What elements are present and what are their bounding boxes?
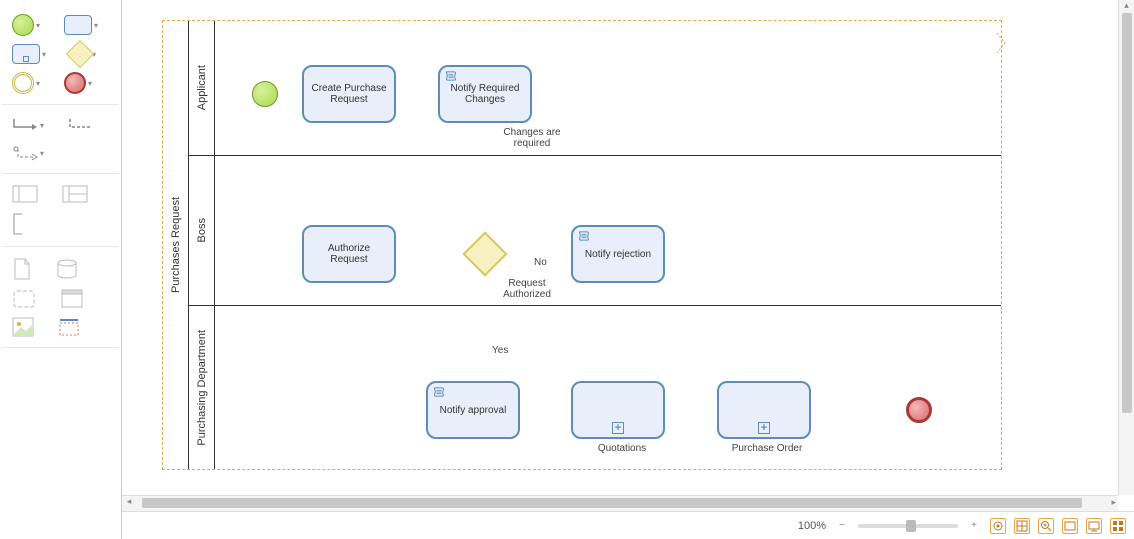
task-notify-rejection[interactable]: Notify rejection (571, 225, 665, 283)
chevron-down-icon: ▾ (88, 79, 92, 88)
task-notify-approval[interactable]: Notify approval (426, 381, 520, 439)
script-icon (578, 231, 590, 241)
zoom-tool-button[interactable] (1038, 518, 1054, 534)
zoom-reset-button[interactable] (990, 518, 1006, 534)
task-label: Notify rejection (585, 249, 651, 260)
subprocess-purchase-order[interactable]: + (717, 381, 811, 439)
palette-gateway[interactable]: ▾ (70, 44, 96, 64)
chevron-down-icon: ▾ (94, 21, 98, 30)
outline-button[interactable] (1110, 518, 1126, 534)
palette-pool[interactable] (62, 184, 88, 204)
start-event[interactable] (252, 81, 278, 107)
scroll-right-icon[interactable]: ▸ (1111, 497, 1116, 508)
chevron-down-icon: ▾ (42, 50, 46, 59)
chevron-down-icon: ▾ (36, 21, 40, 30)
scrollbar-thumb[interactable] (142, 498, 1082, 508)
expand-marker-icon: + (758, 422, 770, 434)
scroll-up-icon[interactable]: ▴ (1119, 0, 1134, 11)
palette-text[interactable] (58, 317, 80, 337)
edge-label: Changes are required (492, 127, 572, 149)
chevron-down-icon: ▾ (40, 149, 44, 158)
zoom-slider-knob[interactable] (906, 520, 916, 532)
palette-association[interactable] (68, 115, 94, 135)
end-event[interactable] (906, 397, 932, 423)
script-icon (433, 387, 445, 397)
chevron-down-icon: ▾ (36, 79, 40, 88)
lane-title: Applicant (189, 21, 215, 155)
pool-title: Purchases Request (163, 21, 189, 469)
palette-milestone[interactable] (60, 289, 84, 309)
task-label: Create Purchase Request (308, 83, 390, 105)
task-label: Authorize Request (308, 243, 390, 265)
fit-page-button[interactable] (1014, 518, 1030, 534)
statusbar: 100% − + (122, 511, 1134, 539)
zoom-percentage: 100% (798, 520, 826, 532)
chevron-down-icon: ▾ (40, 121, 44, 130)
scroll-left-icon[interactable]: ◂ (122, 496, 136, 507)
presentation-button[interactable] (1086, 518, 1102, 534)
task-label: Notify Required Changes (444, 83, 526, 105)
task-create-purchase-request[interactable]: Create Purchase Request (302, 65, 396, 123)
horizontal-scrollbar[interactable]: ◂ ▸ (122, 495, 1118, 511)
edge-label: Yes (492, 345, 508, 356)
palette-intermediate-event[interactable]: ▾ (12, 72, 40, 94)
shape-palette: ▾ ▾ ▾ ▾ (0, 0, 122, 539)
edge-label: No (534, 257, 547, 268)
palette-lane[interactable] (12, 184, 38, 204)
task-authorize-request[interactable]: Authorize Request (302, 225, 396, 283)
expand-marker-icon: + (612, 422, 624, 434)
task-notify-required-changes[interactable]: Notify Required Changes (438, 65, 532, 123)
edge-label: Request Authorized (492, 278, 562, 300)
lane-title: Purchasing Department (189, 306, 215, 469)
subprocess-quotations[interactable]: + (571, 381, 665, 439)
palette-sequence-flow[interactable]: ▾ (12, 115, 44, 135)
subprocess-label: Purchase Order (724, 443, 810, 454)
zoom-in-button[interactable]: + (966, 518, 982, 534)
palette-image[interactable] (12, 317, 34, 337)
palette-annotation[interactable] (12, 212, 34, 236)
palette-subprocess[interactable]: ▾ (12, 44, 46, 64)
fit-width-button[interactable] (1062, 518, 1078, 534)
zoom-slider[interactable] (858, 524, 958, 528)
palette-data-store[interactable] (56, 258, 78, 280)
subprocess-label: Quotations (587, 443, 657, 454)
palette-group[interactable] (12, 289, 36, 309)
lane-title: Boss (189, 156, 215, 305)
palette-task[interactable]: ▾ (64, 15, 98, 35)
palette-start-event[interactable]: ▾ (12, 14, 40, 36)
task-label: Notify approval (440, 405, 507, 416)
canvas-wrap: Purchases Request Applicant Boss Purchas… (122, 0, 1134, 539)
palette-data-object[interactable] (12, 257, 32, 281)
diagram-canvas[interactable]: Purchases Request Applicant Boss Purchas… (122, 0, 1134, 495)
script-icon (445, 71, 457, 81)
palette-end-event[interactable]: ▾ (64, 72, 92, 94)
zoom-out-button[interactable]: − (834, 518, 850, 534)
scrollbar-thumb[interactable] (1122, 13, 1132, 413)
palette-message-flow[interactable]: ▾ (12, 143, 44, 163)
vertical-scrollbar[interactable]: ▴ (1118, 0, 1134, 495)
app-root: ▾ ▾ ▾ ▾ (0, 0, 1134, 539)
